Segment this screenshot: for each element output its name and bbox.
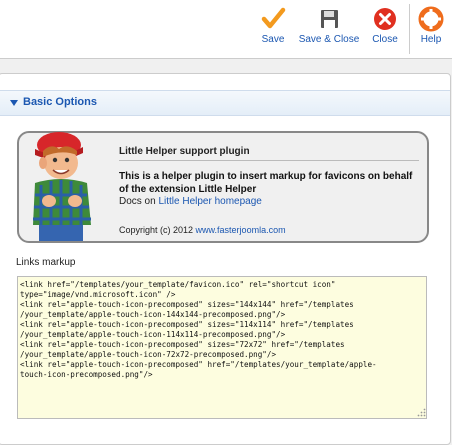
panel-header-basic-options[interactable]: Basic Options (0, 90, 450, 116)
resize-grip-icon[interactable] (417, 408, 426, 417)
save-button[interactable]: Save (258, 6, 288, 45)
save-label: Save (261, 34, 285, 45)
close-x-icon (374, 8, 396, 30)
plugin-description: This is a helper plugin to insert markup… (119, 171, 413, 195)
floppy-disk-icon (321, 10, 338, 28)
save-close-button[interactable]: Save & Close (296, 6, 362, 45)
plugin-docs: Docs on Little Helper homepage (119, 196, 262, 207)
copyright-link[interactable]: www.fasterjoomla.com (196, 225, 286, 235)
toolbar: Save Save & Close Close Help (0, 0, 452, 59)
plugin-info-box: Little Helper support plugin This is a h… (17, 131, 429, 243)
plugin-copyright: Copyright (c) 2012 www.fasterjoomla.com (119, 225, 286, 235)
mascot-icon (33, 132, 91, 241)
copyright-prefix: Copyright (c) 2012 (119, 225, 196, 235)
links-markup-textarea[interactable]: <link href="/templates/your_template/fav… (17, 276, 427, 419)
docs-prefix: Docs on (119, 196, 159, 207)
docs-link[interactable]: Little Helper homepage (158, 196, 261, 207)
plugin-title: Little Helper support plugin (119, 146, 419, 161)
lifebuoy-icon (418, 6, 444, 32)
close-button[interactable]: Close (368, 6, 402, 45)
save-close-label: Save & Close (298, 34, 360, 45)
close-label: Close (372, 34, 398, 45)
links-markup-label: Links markup (16, 257, 76, 268)
help-label: Help (420, 34, 442, 45)
panel-title: Basic Options (23, 96, 97, 108)
help-button[interactable]: Help (417, 6, 445, 45)
triangle-down-icon (10, 100, 18, 106)
toolbar-divider (409, 4, 410, 54)
checkmark-icon (261, 7, 286, 29)
